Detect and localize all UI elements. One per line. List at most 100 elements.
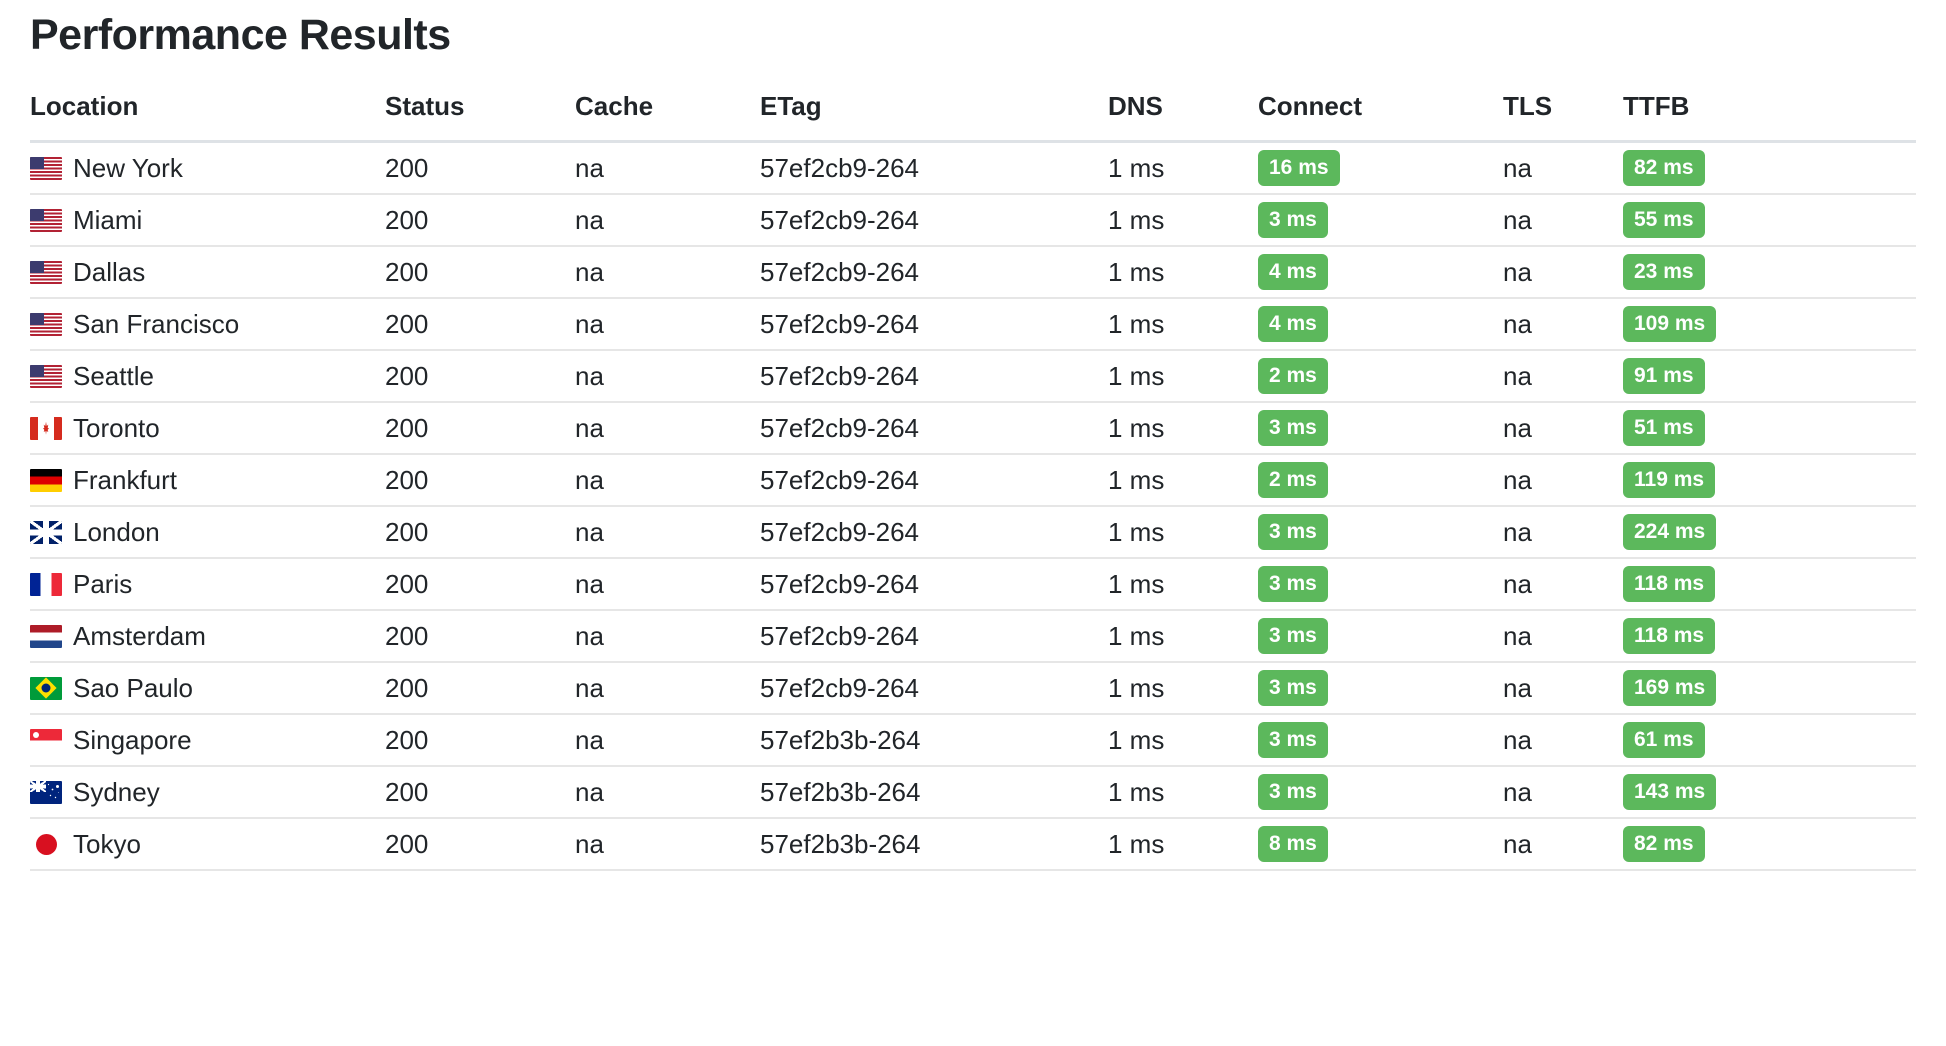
- table-row[interactable]: New York200na57ef2cb9-2641 ms16 msna82 m…: [30, 142, 1916, 195]
- connect-badge: 2 ms: [1258, 358, 1328, 394]
- location-label: Sydney: [73, 779, 160, 805]
- cell-location: Paris: [30, 558, 385, 610]
- column-header-tls[interactable]: TLS: [1503, 83, 1623, 142]
- cell-status: 200: [385, 454, 575, 506]
- location-label: Frankfurt: [73, 467, 177, 493]
- cell-status: 200: [385, 662, 575, 714]
- location-label: San Francisco: [73, 311, 239, 337]
- location-cell-content: Frankfurt: [30, 467, 385, 493]
- cell-status: 200: [385, 350, 575, 402]
- column-header-etag[interactable]: ETag: [760, 83, 1108, 142]
- cell-connect: 3 ms: [1258, 402, 1503, 454]
- cell-connect: 3 ms: [1258, 506, 1503, 558]
- cell-status: 200: [385, 194, 575, 246]
- cell-connect: 4 ms: [1258, 298, 1503, 350]
- cell-etag: 57ef2cb9-264: [760, 558, 1108, 610]
- performance-results-table: Location Status Cache ETag DNS Connect T…: [30, 83, 1916, 871]
- cell-status: 200: [385, 818, 575, 870]
- cell-cache: na: [575, 350, 760, 402]
- cell-connect: 2 ms: [1258, 350, 1503, 402]
- cell-connect: 3 ms: [1258, 610, 1503, 662]
- table-row[interactable]: Toronto200na57ef2cb9-2641 ms3 msna51 ms: [30, 402, 1916, 454]
- cell-cache: na: [575, 506, 760, 558]
- table-row[interactable]: London200na57ef2cb9-2641 ms3 msna224 ms: [30, 506, 1916, 558]
- table-row[interactable]: Singapore200na57ef2b3b-2641 ms3 msna61 m…: [30, 714, 1916, 766]
- cell-connect: 3 ms: [1258, 662, 1503, 714]
- ttfb-badge: 118 ms: [1623, 566, 1715, 602]
- cell-ttfb: 91 ms: [1623, 350, 1916, 402]
- cell-dns: 1 ms: [1108, 142, 1258, 195]
- table-row[interactable]: Tokyo200na57ef2b3b-2641 ms8 msna82 ms: [30, 818, 1916, 870]
- ttfb-badge: 82 ms: [1623, 150, 1705, 186]
- location-cell-content: Singapore: [30, 727, 385, 753]
- cell-location: Dallas: [30, 246, 385, 298]
- column-header-location[interactable]: Location: [30, 83, 385, 142]
- cell-tls: na: [1503, 818, 1623, 870]
- cell-connect: 2 ms: [1258, 454, 1503, 506]
- performance-results-page: Performance Results Location Status Cach…: [0, 0, 1946, 871]
- column-header-cache[interactable]: Cache: [575, 83, 760, 142]
- ttfb-badge: 51 ms: [1623, 410, 1705, 446]
- location-label: London: [73, 519, 160, 545]
- flag-us-icon: [30, 157, 62, 180]
- cell-cache: na: [575, 558, 760, 610]
- cell-cache: na: [575, 662, 760, 714]
- cell-connect: 3 ms: [1258, 714, 1503, 766]
- cell-status: 200: [385, 298, 575, 350]
- cell-location: Singapore: [30, 714, 385, 766]
- flag-gb-icon: [30, 521, 62, 544]
- cell-tls: na: [1503, 246, 1623, 298]
- table-row[interactable]: Paris200na57ef2cb9-2641 ms3 msna118 ms: [30, 558, 1916, 610]
- table-row[interactable]: Frankfurt200na57ef2cb9-2641 ms2 msna119 …: [30, 454, 1916, 506]
- flag-us-icon: [30, 365, 62, 388]
- column-header-dns[interactable]: DNS: [1108, 83, 1258, 142]
- cell-status: 200: [385, 506, 575, 558]
- location-label: Tokyo: [73, 831, 141, 857]
- table-row[interactable]: Sydney200na57ef2b3b-2641 ms3 msna143 ms: [30, 766, 1916, 818]
- connect-badge: 8 ms: [1258, 826, 1328, 862]
- ttfb-badge: 119 ms: [1623, 462, 1715, 498]
- ttfb-badge: 61 ms: [1623, 722, 1705, 758]
- table-row[interactable]: Dallas200na57ef2cb9-2641 ms4 msna23 ms: [30, 246, 1916, 298]
- location-cell-content: Toronto: [30, 415, 385, 441]
- cell-status: 200: [385, 246, 575, 298]
- cell-cache: na: [575, 454, 760, 506]
- cell-ttfb: 61 ms: [1623, 714, 1916, 766]
- cell-ttfb: 82 ms: [1623, 142, 1916, 195]
- location-label: Sao Paulo: [73, 675, 193, 701]
- cell-ttfb: 224 ms: [1623, 506, 1916, 558]
- cell-location: Amsterdam: [30, 610, 385, 662]
- connect-badge: 2 ms: [1258, 462, 1328, 498]
- column-header-ttfb[interactable]: TTFB: [1623, 83, 1916, 142]
- cell-ttfb: 51 ms: [1623, 402, 1916, 454]
- cell-tls: na: [1503, 454, 1623, 506]
- table-row[interactable]: Miami200na57ef2cb9-2641 ms3 msna55 ms: [30, 194, 1916, 246]
- cell-status: 200: [385, 402, 575, 454]
- connect-badge: 3 ms: [1258, 410, 1328, 446]
- cell-status: 200: [385, 714, 575, 766]
- location-cell-content: Tokyo: [30, 831, 385, 857]
- cell-cache: na: [575, 298, 760, 350]
- cell-connect: 16 ms: [1258, 142, 1503, 195]
- cell-dns: 1 ms: [1108, 714, 1258, 766]
- location-cell-content: Seattle: [30, 363, 385, 389]
- table-row[interactable]: San Francisco200na57ef2cb9-2641 ms4 msna…: [30, 298, 1916, 350]
- column-header-connect[interactable]: Connect: [1258, 83, 1503, 142]
- table-row[interactable]: Seattle200na57ef2cb9-2641 ms2 msna91 ms: [30, 350, 1916, 402]
- cell-location: Sydney: [30, 766, 385, 818]
- table-row[interactable]: Amsterdam200na57ef2cb9-2641 ms3 msna118 …: [30, 610, 1916, 662]
- column-header-status[interactable]: Status: [385, 83, 575, 142]
- table-row[interactable]: Sao Paulo200na57ef2cb9-2641 ms3 msna169 …: [30, 662, 1916, 714]
- cell-etag: 57ef2cb9-264: [760, 662, 1108, 714]
- location-cell-content: New York: [30, 155, 385, 181]
- location-label: Dallas: [73, 259, 145, 285]
- cell-cache: na: [575, 610, 760, 662]
- location-label: Singapore: [73, 727, 192, 753]
- location-label: Miami: [73, 207, 142, 233]
- cell-dns: 1 ms: [1108, 350, 1258, 402]
- connect-badge: 3 ms: [1258, 566, 1328, 602]
- cell-cache: na: [575, 246, 760, 298]
- cell-tls: na: [1503, 350, 1623, 402]
- cell-location: Seattle: [30, 350, 385, 402]
- cell-tls: na: [1503, 558, 1623, 610]
